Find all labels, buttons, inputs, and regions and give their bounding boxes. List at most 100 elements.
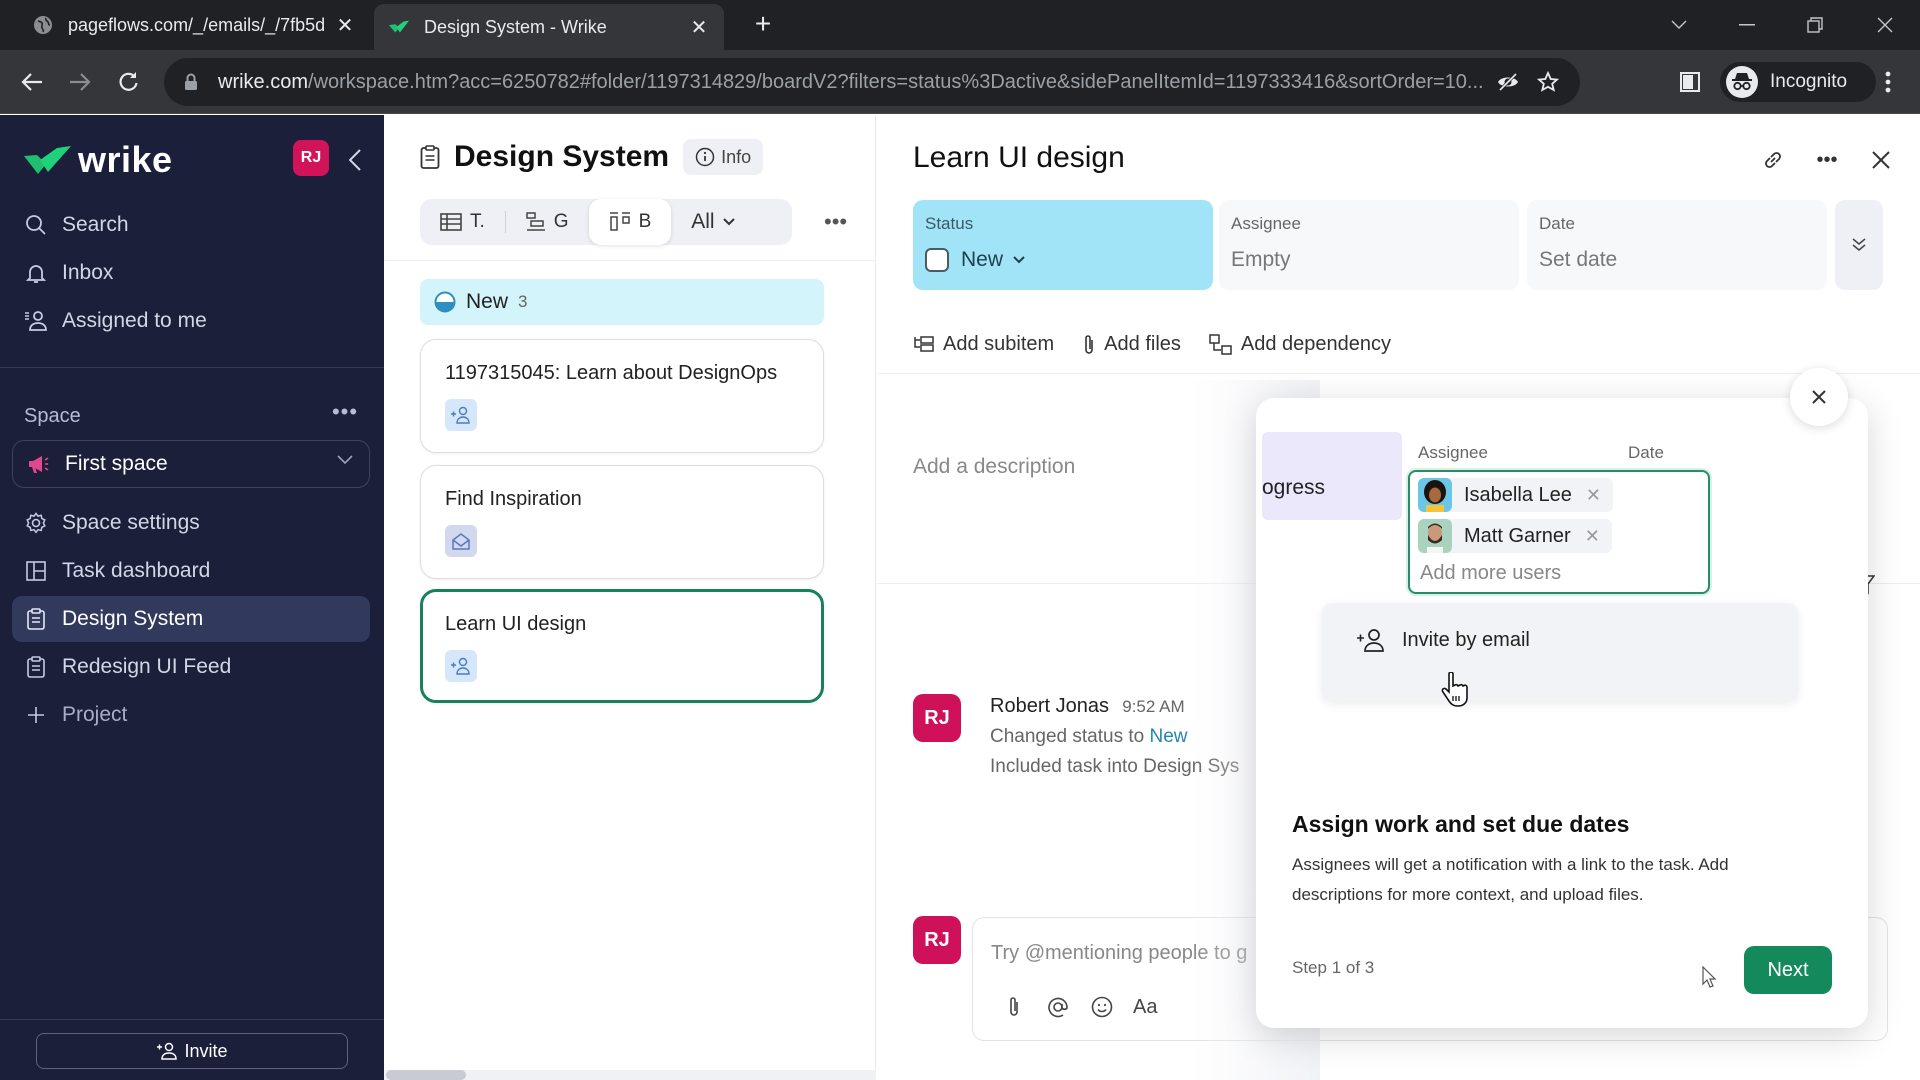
assignee-chip: Matt Garner ✕	[1418, 519, 1612, 553]
bookmark-star-icon[interactable]	[1528, 62, 1568, 102]
lock-icon	[184, 73, 202, 91]
mention-icon[interactable]	[1045, 994, 1071, 1020]
sidebar-item-add-project[interactable]: Project	[12, 692, 370, 738]
wrike-logo[interactable]: wrike	[24, 139, 173, 181]
view-tab-gantt[interactable]: G	[506, 199, 589, 245]
user-avatar[interactable]: RJ	[293, 140, 329, 176]
sidebar-item-inbox[interactable]: Inbox	[12, 250, 370, 296]
task-header-actions: •••	[1758, 145, 1896, 175]
space-selector[interactable]: First space	[12, 440, 370, 488]
sidebar-item-label: Task dashboard	[62, 559, 211, 582]
close-tab-icon[interactable]: ✕	[330, 10, 360, 40]
new-tab-button[interactable]: +	[748, 10, 778, 40]
sidebar-item-label: Design System	[62, 607, 204, 630]
address-bar[interactable]: wrike.com/workspace.htm?acc=6250782#fold…	[164, 58, 1580, 106]
tracking-protection-eye-off-icon[interactable]	[1488, 62, 1528, 102]
remove-assignee-icon[interactable]: ✕	[1585, 526, 1600, 547]
forward-icon[interactable]	[62, 64, 98, 100]
group-name: New	[466, 290, 509, 313]
illustration-assignee-label: Assignee	[1418, 443, 1488, 462]
task-card-selected[interactable]: Learn UI design	[420, 589, 824, 703]
sidebar-item-task-dashboard[interactable]: Task dashboard	[12, 548, 370, 594]
copy-link-icon[interactable]	[1758, 145, 1788, 175]
sidebar-item-search[interactable]: Search	[12, 202, 370, 248]
add-files-button[interactable]: Add files	[1082, 333, 1181, 356]
date-value: Set date	[1539, 248, 1618, 271]
board-divider	[384, 260, 876, 261]
paperclip-icon	[1082, 334, 1096, 356]
close-panel-icon[interactable]	[1866, 145, 1896, 175]
info-icon	[695, 147, 715, 167]
next-button[interactable]: Next	[1744, 946, 1832, 994]
tooltip-heading: Assign work and set due dates	[1292, 811, 1630, 837]
assignee-field[interactable]: Assignee Empty	[1219, 200, 1519, 290]
sidebar-item-design-system[interactable]: Design System	[12, 596, 370, 642]
date-field[interactable]: Date Set date	[1527, 200, 1827, 290]
filter-dropdown[interactable]: All	[671, 199, 754, 245]
add-dependency-button[interactable]: Add dependency	[1209, 333, 1391, 356]
sidebar-divider	[0, 367, 384, 368]
gantt-icon	[526, 212, 546, 232]
invite-label: Invite	[184, 1040, 228, 1061]
close-tooltip-button[interactable]	[1790, 368, 1848, 426]
status-link[interactable]: New	[1150, 726, 1188, 747]
space-more-options-icon[interactable]: •••	[330, 401, 360, 429]
more-options-icon[interactable]: •••	[1812, 145, 1842, 175]
status-checkbox[interactable]	[925, 248, 949, 272]
board-more-options-icon[interactable]: •••	[824, 209, 847, 235]
tab-search-icon[interactable]	[1654, 8, 1704, 42]
group-count: 3	[518, 292, 528, 311]
browser-tab-pageflows[interactable]: pageflows.com/_/emails/_/7fb5d ✕	[20, 0, 370, 50]
text-format-icon[interactable]: Aa	[1133, 994, 1157, 1020]
back-icon[interactable]	[14, 64, 50, 100]
close-tab-icon[interactable]: ✕	[684, 12, 714, 42]
invite-button[interactable]: Invite	[36, 1033, 348, 1069]
restore-icon[interactable]	[1790, 8, 1840, 42]
side-panel-icon[interactable]	[1672, 64, 1708, 100]
globe-icon	[32, 14, 54, 36]
attach-icon[interactable]	[1001, 994, 1027, 1020]
expand-fields-button[interactable]	[1835, 200, 1883, 290]
sidebar-item-label: Inbox	[62, 261, 114, 284]
horizontal-scrollbar-thumb[interactable]	[386, 1070, 466, 1080]
sidebar-item-label: Project	[62, 703, 128, 726]
task-card-title: 1197315045: Learn about DesignOps	[445, 362, 778, 384]
view-tab-table[interactable]: T.	[420, 199, 505, 245]
comment-toolbar: Aa	[1001, 994, 1157, 1020]
reload-icon[interactable]	[110, 64, 146, 100]
status-value: New	[961, 248, 1004, 271]
description-input[interactable]: Add a description	[913, 455, 1075, 479]
megaphone-icon	[27, 454, 49, 474]
assignee-picker[interactable]: Isabella Lee ✕ Matt Garner ✕ Add more us…	[1408, 470, 1710, 594]
sidebar-item-space-settings[interactable]: Space settings	[12, 500, 370, 546]
status-group-header[interactable]: New 3	[420, 279, 824, 325]
incognito-profile-button[interactable]: Incognito	[1720, 62, 1876, 102]
task-card[interactable]: Find Inspiration	[420, 465, 824, 579]
space-selected-label: First space	[65, 452, 168, 475]
activity-author: Robert Jonas	[990, 695, 1109, 717]
add-subitem-button[interactable]: Add subitem	[913, 333, 1054, 356]
info-button[interactable]: Info	[683, 139, 764, 175]
emoji-icon[interactable]	[1089, 994, 1115, 1020]
status-field[interactable]: Status New	[913, 200, 1213, 290]
add-more-users-input[interactable]: Add more users	[1420, 562, 1561, 585]
divider	[877, 373, 1920, 374]
invite-by-email-option[interactable]: Invite by email	[1322, 603, 1798, 701]
add-assignee-icon[interactable]	[445, 650, 477, 682]
browser-menu-icon[interactable]	[1870, 64, 1906, 100]
remove-assignee-icon[interactable]: ✕	[1586, 485, 1601, 506]
collapse-sidebar-icon[interactable]	[340, 145, 370, 175]
close-window-icon[interactable]	[1860, 8, 1910, 42]
add-assignee-icon[interactable]	[445, 399, 477, 431]
illustration-date-label: Date	[1628, 443, 1664, 462]
browser-tab-wrike[interactable]: Design System - Wrike ✕	[374, 4, 724, 50]
board-panel: Design System Info T. G B All ••• New 3	[384, 115, 876, 1080]
task-card[interactable]: 1197315045: Learn about DesignOps	[420, 339, 824, 453]
view-tab-board[interactable]: B	[588, 199, 672, 245]
minimize-icon[interactable]	[1722, 8, 1772, 42]
sidebar-item-redesign-ui-feed[interactable]: Redesign UI Feed	[12, 644, 370, 690]
task-title[interactable]: Learn UI design	[913, 141, 1125, 175]
activity-author-avatar[interactable]: RJ	[913, 694, 961, 742]
sidebar-item-assigned-to-me[interactable]: Assigned to me	[12, 298, 370, 344]
dashboard-icon	[24, 559, 48, 583]
